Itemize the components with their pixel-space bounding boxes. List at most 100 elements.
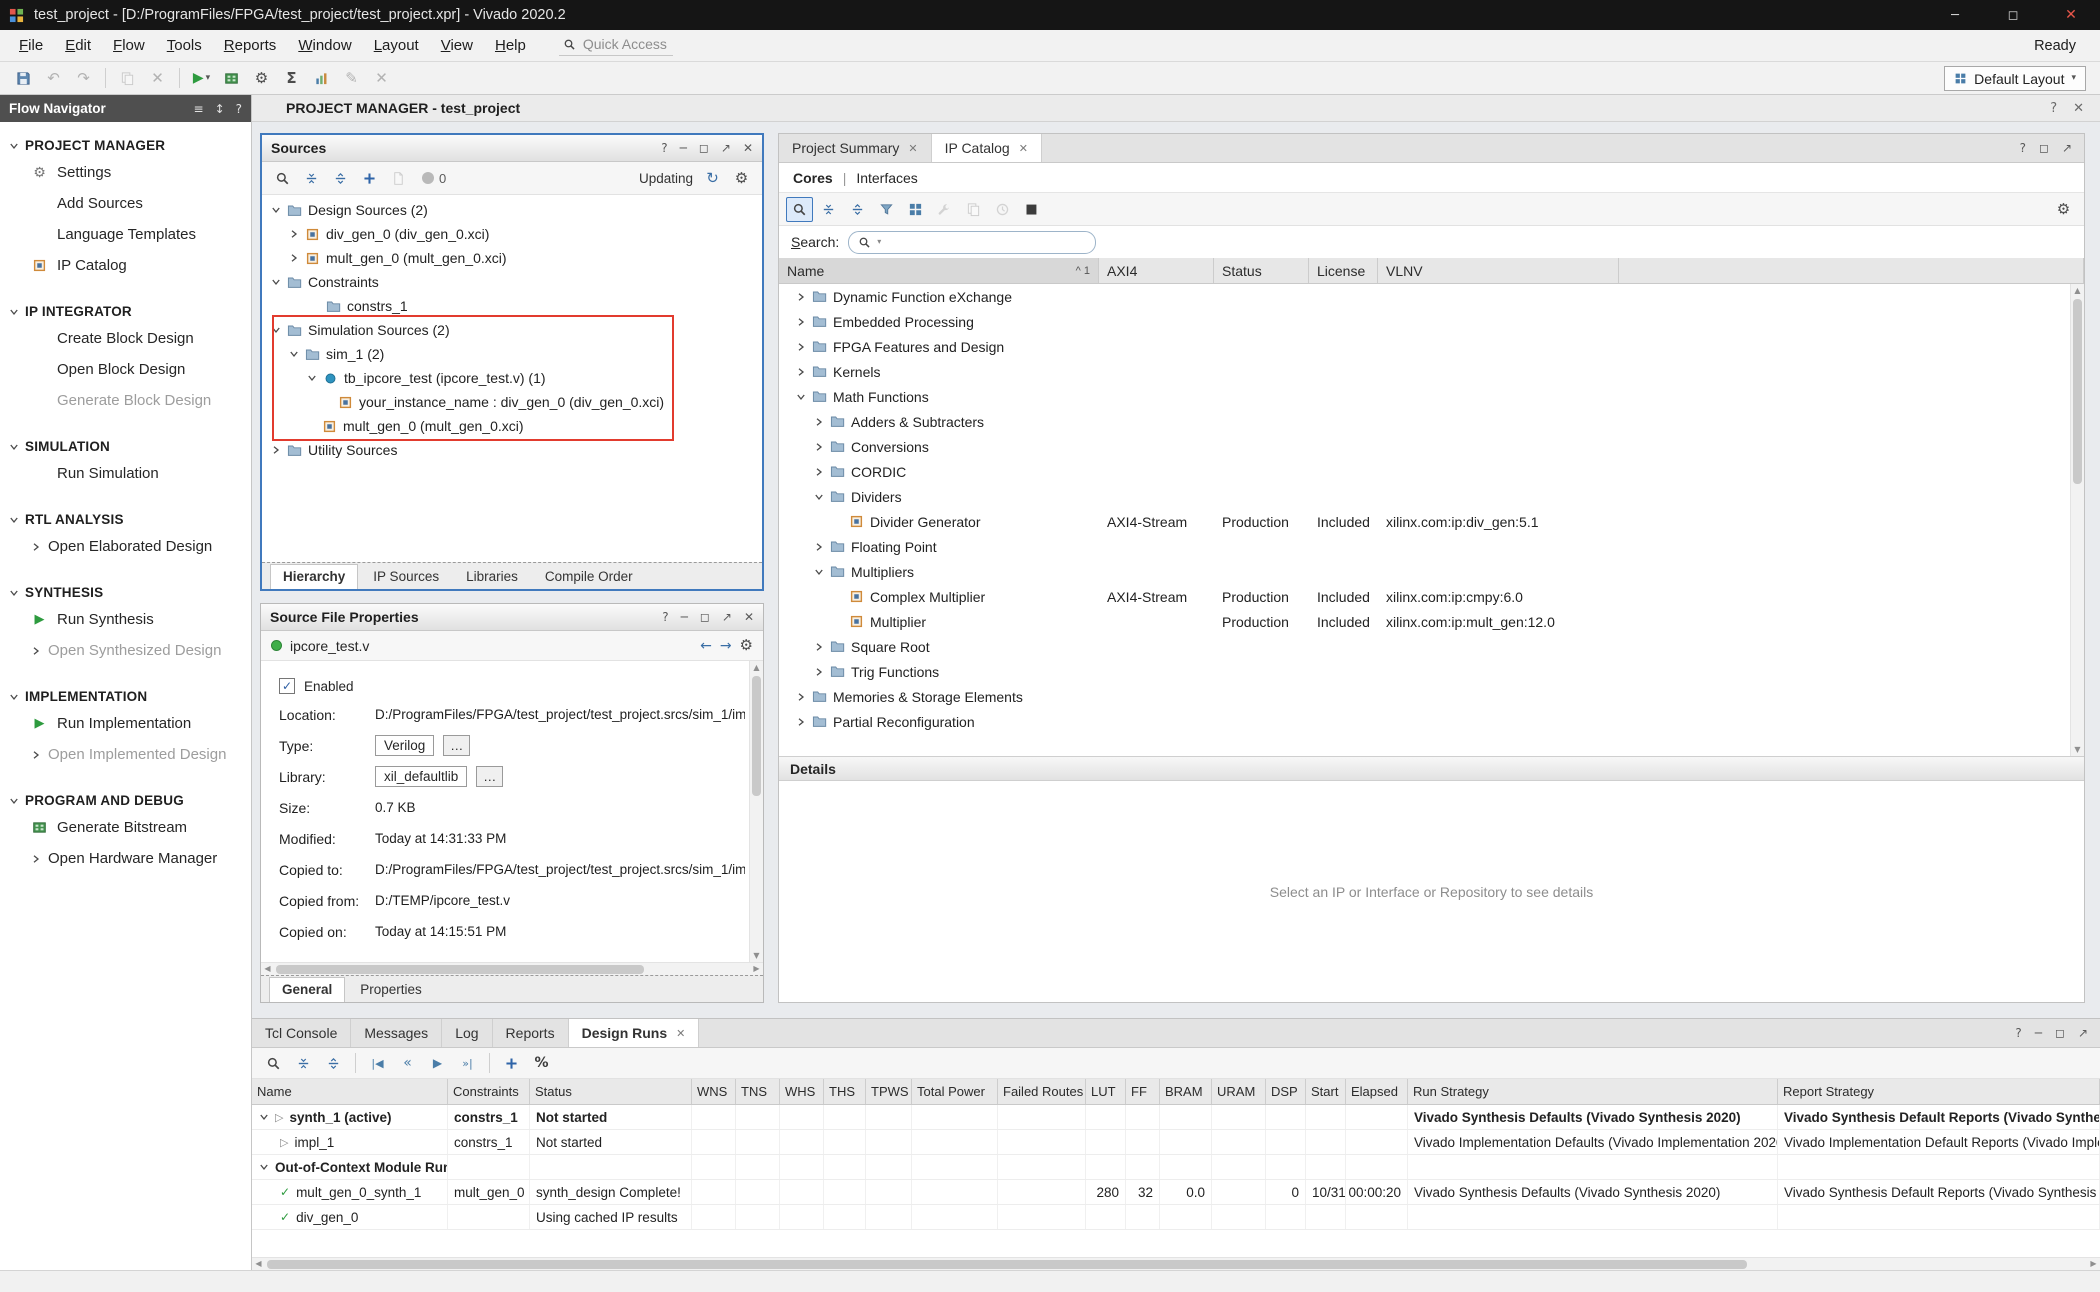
scrollbar-thumb[interactable] <box>267 1260 1747 1269</box>
col-report-strategy[interactable]: Report Strategy <box>1778 1079 2100 1104</box>
chevron-down-icon[interactable] <box>270 205 281 215</box>
filter-button[interactable] <box>873 197 900 222</box>
nav-section-header-implementation[interactable]: IMPLEMENTATION <box>0 685 251 708</box>
run-row-synth-1[interactable]: ▷ synth_1 (active) constrs_1 Not started… <box>252 1105 2100 1130</box>
chevron-down-icon[interactable] <box>306 373 317 383</box>
board-button[interactable] <box>218 66 245 91</box>
ip-row-fpga-features[interactable]: FPGA Features and Design <box>779 334 2084 359</box>
col-total-power[interactable]: Total Power <box>912 1079 998 1104</box>
chevron-down-icon[interactable] <box>270 277 281 287</box>
nav-section-header-simulation[interactable]: SIMULATION <box>0 435 251 458</box>
tab-compile-order[interactable]: Compile Order <box>533 565 645 589</box>
column-license[interactable]: License <box>1309 258 1378 283</box>
maximize-window-button[interactable]: ◻ <box>1984 0 2042 30</box>
source-row-sim-mult-gen-0[interactable]: mult_gen_0 (mult_gen_0.xci) <box>262 414 762 438</box>
float-icon[interactable]: ↗ <box>2078 1027 2088 1039</box>
redo-button[interactable]: ↷ <box>70 66 97 91</box>
ip-row-adders-subtracters[interactable]: Adders & Subtracters <box>779 409 2084 434</box>
search-button[interactable] <box>786 197 813 222</box>
maximize-icon[interactable]: ◻ <box>700 611 710 623</box>
col-run-strategy[interactable]: Run Strategy <box>1408 1079 1778 1104</box>
close-icon[interactable]: ✕ <box>908 143 917 154</box>
source-row-mult-gen-0[interactable]: mult_gen_0 (mult_gen_0.xci) <box>262 246 762 270</box>
tab-tcl-console[interactable]: Tcl Console <box>252 1019 351 1047</box>
tab-log[interactable]: Log <box>442 1019 492 1047</box>
chart-button[interactable] <box>308 66 335 91</box>
nav-item-language-templates[interactable]: Language Templates <box>0 219 251 250</box>
menu-window[interactable]: Window <box>287 32 362 59</box>
menu-edit[interactable]: Edit <box>54 32 102 59</box>
maximize-icon[interactable]: ◻ <box>2055 1027 2065 1039</box>
maximize-icon[interactable]: ◻ <box>699 142 709 154</box>
nav-section-header-program-and-debug[interactable]: PROGRAM AND DEBUG <box>0 789 251 812</box>
expand-all-button[interactable] <box>844 197 871 222</box>
menu-view[interactable]: View <box>430 32 484 59</box>
col-ths[interactable]: THS <box>824 1079 866 1104</box>
quick-access-search[interactable]: Quick Access <box>559 35 673 56</box>
nav-item-open-elaborated-design[interactable]: Open Elaborated Design <box>0 531 251 562</box>
ip-row-multipliers[interactable]: Multipliers <box>779 559 2084 584</box>
tab-project-summary[interactable]: Project Summary ✕ <box>779 134 932 162</box>
scroll-up-arrow[interactable]: ▲ <box>750 661 763 674</box>
scroll-down-arrow[interactable]: ▼ <box>750 949 763 962</box>
minimize-window-button[interactable]: ─ <box>1926 0 1984 30</box>
chevron-right-icon[interactable] <box>795 367 806 377</box>
column-name[interactable]: Name ^ 1 <box>779 258 1099 283</box>
col-start[interactable]: Start <box>1306 1079 1346 1104</box>
nav-item-open-hardware-manager[interactable]: Open Hardware Manager <box>0 843 251 874</box>
horizontal-scrollbar[interactable]: ◀ ▶ <box>252 1257 2100 1270</box>
ip-row-complex-multiplier[interactable]: Complex Multiplier AXI4-Stream Productio… <box>779 584 2084 609</box>
ip-row-square-root[interactable]: Square Root <box>779 634 2084 659</box>
ip-row-divider-generator[interactable]: Divider Generator AXI4-Stream Production… <box>779 509 2084 534</box>
menu-reports[interactable]: Reports <box>213 32 288 59</box>
close-icon[interactable]: ✕ <box>744 611 754 623</box>
nav-item-open-implemented-design[interactable]: Open Implemented Design <box>0 739 251 770</box>
col-wns[interactable]: WNS <box>692 1079 736 1104</box>
ip-row-embedded-processing[interactable]: Embedded Processing <box>779 309 2084 334</box>
close-icon[interactable]: ✕ <box>743 142 753 154</box>
chevron-right-icon[interactable] <box>795 292 806 302</box>
navigator-expand-icon[interactable]: ↕ <box>215 103 225 115</box>
vertical-scrollbar[interactable]: ▲ ▼ <box>749 661 763 962</box>
copy-button[interactable] <box>114 66 141 91</box>
minimize-icon[interactable]: ─ <box>680 142 687 154</box>
edit-pencil-button[interactable]: ✎ <box>338 66 365 91</box>
nav-section-header-project-manager[interactable]: PROJECT MANAGER <box>0 134 251 157</box>
col-status[interactable]: Status <box>530 1079 692 1104</box>
library-ellipsis-button[interactable]: … <box>476 766 503 787</box>
col-tpws[interactable]: TPWS <box>866 1079 912 1104</box>
nav-item-create-block-design[interactable]: Create Block Design <box>0 323 251 354</box>
close-icon[interactable]: ✕ <box>1019 143 1028 154</box>
help-icon[interactable]: ? <box>2020 142 2026 154</box>
ip-search-input[interactable]: ▾ <box>848 231 1096 254</box>
utilization-percent-button[interactable]: % <box>528 1051 555 1076</box>
column-axi4[interactable]: AXI4 <box>1099 258 1214 283</box>
source-row-tb-ipcore-test[interactable]: tb_ipcore_test (ipcore_test.v) (1) <box>262 366 762 390</box>
tab-general[interactable]: General <box>269 977 345 1002</box>
navigator-menu-icon[interactable]: ≡ <box>194 103 204 115</box>
scroll-down-arrow[interactable]: ▼ <box>2071 743 2084 756</box>
stop-button[interactable]: ■ <box>1018 197 1045 222</box>
step-first-button[interactable]: |◀ <box>364 1051 391 1076</box>
search-button[interactable] <box>269 166 296 191</box>
chevron-right-icon[interactable] <box>288 229 299 239</box>
source-row-sim-1[interactable]: sim_1 (2) <box>262 342 762 366</box>
nav-item-generate-block-design[interactable]: Generate Block Design <box>0 385 251 416</box>
minimize-icon[interactable]: ─ <box>2035 1027 2042 1039</box>
chevron-right-icon[interactable] <box>813 642 824 652</box>
settings-gear-button[interactable]: ⚙ <box>248 66 275 91</box>
tab-design-runs[interactable]: Design Runs ✕ <box>569 1019 700 1047</box>
column-status[interactable]: Status <box>1214 258 1309 283</box>
scroll-left-arrow[interactable]: ◀ <box>252 1258 265 1271</box>
collapse-all-button[interactable] <box>298 166 325 191</box>
menu-tools[interactable]: Tools <box>156 32 213 59</box>
chevron-right-icon[interactable] <box>813 417 824 427</box>
chevron-down-icon[interactable] <box>813 567 824 577</box>
run-row-mult-gen-0-synth-1[interactable]: ✓ mult_gen_0_synth_1 mult_gen_0 synth_de… <box>252 1180 2100 1205</box>
maximize-icon[interactable]: ◻ <box>2039 142 2049 154</box>
col-elapsed[interactable]: Elapsed <box>1346 1079 1408 1104</box>
nav-item-run-synthesis[interactable]: ▶ Run Synthesis <box>0 604 251 635</box>
run-row-ooc-group[interactable]: Out-of-Context Module Runs <box>252 1155 2100 1180</box>
navigator-help-icon[interactable]: ? <box>236 103 242 115</box>
settings-gear-button[interactable]: ⚙ <box>2050 197 2077 222</box>
